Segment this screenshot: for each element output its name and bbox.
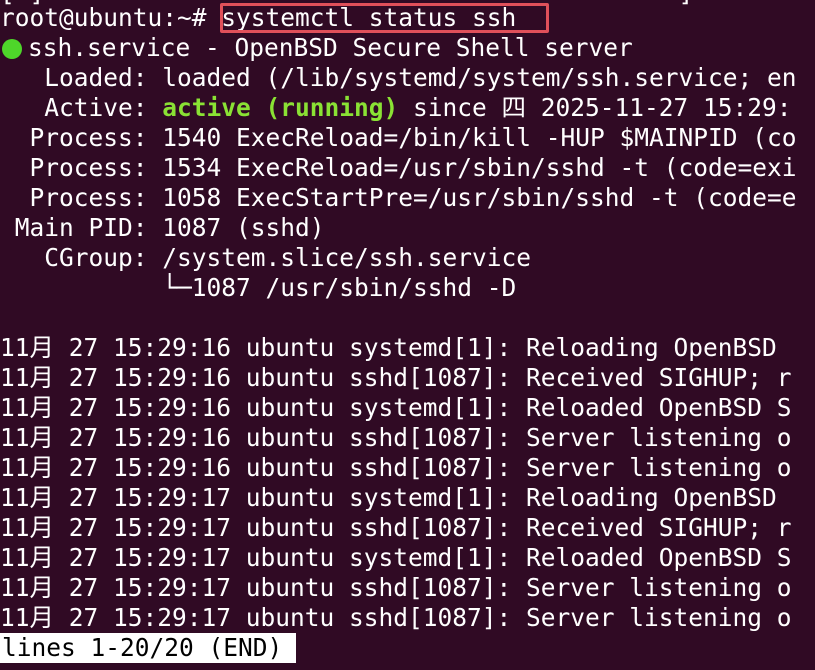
log-line: 11月 27 15:29:16 ubuntu systemd[1]: Reloa…	[0, 393, 792, 422]
service-unit-line: ssh.service - OpenBSD Secure Shell serve…	[0, 33, 633, 63]
terminal-window[interactable]: [ ] ] root@ubuntu:~# systemctl status ss…	[0, 0, 815, 670]
cgroup-line: CGroup: /system.slice/ssh.service	[0, 243, 532, 272]
active-line: Active: active (running) since 四 2025-11…	[0, 93, 792, 123]
cgroup-child-line: └─1087 /usr/sbin/sshd -D	[0, 273, 517, 302]
process-line: Process: 1540 ExecReload=/bin/kill -HUP …	[0, 123, 797, 152]
loaded-label: Loaded:	[0, 63, 163, 92]
log-line: 11月 27 15:29:16 ubuntu sshd[1087]: Recei…	[0, 363, 792, 392]
active-state: active (running)	[162, 93, 399, 122]
service-unit-name: ssh.service - OpenBSD Secure Shell serve…	[28, 33, 633, 62]
active-label: Active:	[0, 93, 163, 122]
main-pid-line: Main PID: 1087 (sshd)	[0, 213, 325, 242]
log-line: 11月 27 15:29:17 ubuntu systemd[1]: Reloa…	[0, 483, 777, 512]
active-since: since 四 2025-11-27 15:29:	[398, 93, 792, 122]
log-line: 11月 27 15:29:17 ubuntu sshd[1087]: Recei…	[0, 513, 792, 542]
loaded-value: loaded (/lib/systemd/system/ssh.service;…	[162, 63, 797, 92]
command-highlight-box	[220, 3, 549, 33]
process-line: Process: 1534 ExecReload=/usr/sbin/sshd …	[0, 153, 797, 182]
log-line: 11月 27 15:29:17 ubuntu systemd[1]: Reloa…	[0, 543, 792, 572]
log-line: 11月 27 15:29:16 ubuntu sshd[1087]: Serve…	[0, 453, 792, 482]
prompt-user-host: root@ubuntu:~#	[0, 3, 222, 32]
status-dot-icon	[2, 39, 22, 59]
log-line: 11月 27 15:29:16 ubuntu sshd[1087]: Serve…	[0, 423, 792, 452]
log-line: 11月 27 15:29:17 ubuntu sshd[1087]: Serve…	[0, 603, 792, 632]
process-line: Process: 1058 ExecStartPre=/usr/sbin/ssh…	[0, 183, 797, 212]
log-line: 11月 27 15:29:16 ubuntu systemd[1]: Reloa…	[0, 333, 777, 362]
loaded-line: Loaded: loaded (/lib/systemd/system/ssh.…	[0, 63, 797, 93]
log-line: 11月 27 15:29:17 ubuntu sshd[1087]: Serve…	[0, 573, 792, 602]
pager-status-bar: lines 1-20/20 (END)	[0, 633, 297, 663]
